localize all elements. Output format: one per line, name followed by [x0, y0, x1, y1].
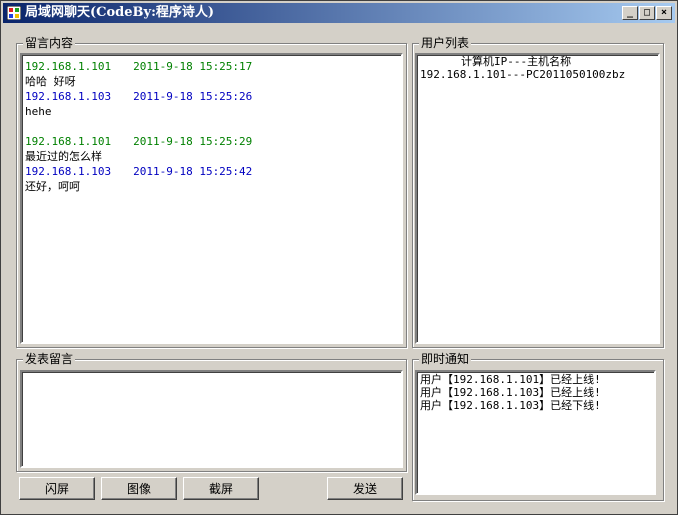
message-header: 192.168.1.101 2011-9-18 15:25:17 [22, 59, 401, 74]
message-time: 2011-9-18 15:25:42 [133, 165, 253, 178]
message-text: hehe [25, 105, 52, 118]
list-item[interactable]: 192.168.1.101---PC2011050100zbz [417, 68, 658, 81]
list-item: 用户【192.168.1.103】已经上线! [420, 386, 601, 399]
messages-group-label: 留言内容 [23, 36, 76, 50]
flash-screen-button[interactable]: 闪屏 [19, 477, 95, 500]
users-list[interactable]: 计算机IP---主机名称 192.168.1.101---PC201105010… [415, 53, 660, 344]
message-ip: 192.168.1.103 [25, 165, 112, 178]
message-text: 哈哈 好呀 [25, 75, 76, 88]
compose-group-label: 发表留言 [23, 352, 76, 366]
message-time: 2011-9-18 15:25:17 [133, 60, 253, 73]
users-list-header: 计算机IP---主机名称 [461, 55, 572, 68]
message-text: 还好，呵呵 [25, 180, 80, 193]
message-input[interactable] [20, 370, 403, 468]
message-header: 192.168.1.103 2011-9-18 15:25:42 [22, 164, 401, 179]
users-group-label: 用户列表 [419, 36, 472, 50]
send-button[interactable]: 发送 [327, 477, 403, 500]
app-icon [7, 6, 21, 20]
maximize-button[interactable]: □ [639, 6, 655, 20]
list-item: 用户【192.168.1.101】已经上线! [420, 373, 601, 386]
message-time: 2011-9-18 15:25:29 [133, 135, 253, 148]
image-button[interactable]: 图像 [101, 477, 177, 500]
message-ip: 192.168.1.101 [25, 60, 112, 73]
title-bar[interactable]: 局域网聊天(CodeBy:程序诗人) _ □ × [3, 3, 675, 23]
notify-group-label: 即时通知 [419, 352, 472, 366]
list-item: 用户【192.168.1.103】已经下线! [420, 399, 601, 412]
chat-window: 局域网聊天(CodeBy:程序诗人) _ □ × 留言内容 192.168.1.… [0, 0, 678, 515]
message-ip: 192.168.1.103 [25, 90, 112, 103]
screenshot-button[interactable]: 截屏 [183, 477, 259, 500]
notifications-display[interactable]: 用户【192.168.1.101】已经上线! 用户【192.168.1.103】… [415, 370, 656, 495]
message-time: 2011-9-18 15:25:26 [133, 90, 253, 103]
close-button[interactable]: × [656, 6, 672, 20]
minimize-button[interactable]: _ [622, 6, 638, 20]
message-header: 192.168.1.103 2011-9-18 15:25:26 [22, 89, 401, 104]
message-text: 最近过的怎么样 [25, 150, 102, 163]
messages-display[interactable]: 192.168.1.101 2011-9-18 15:25:17 哈哈 好呀 192.… [20, 53, 403, 344]
message-header: 192.168.1.101 2011-9-18 15:25:29 [22, 134, 401, 149]
message-ip: 192.168.1.101 [25, 135, 112, 148]
window-title: 局域网聊天(CodeBy:程序诗人) [25, 5, 215, 20]
